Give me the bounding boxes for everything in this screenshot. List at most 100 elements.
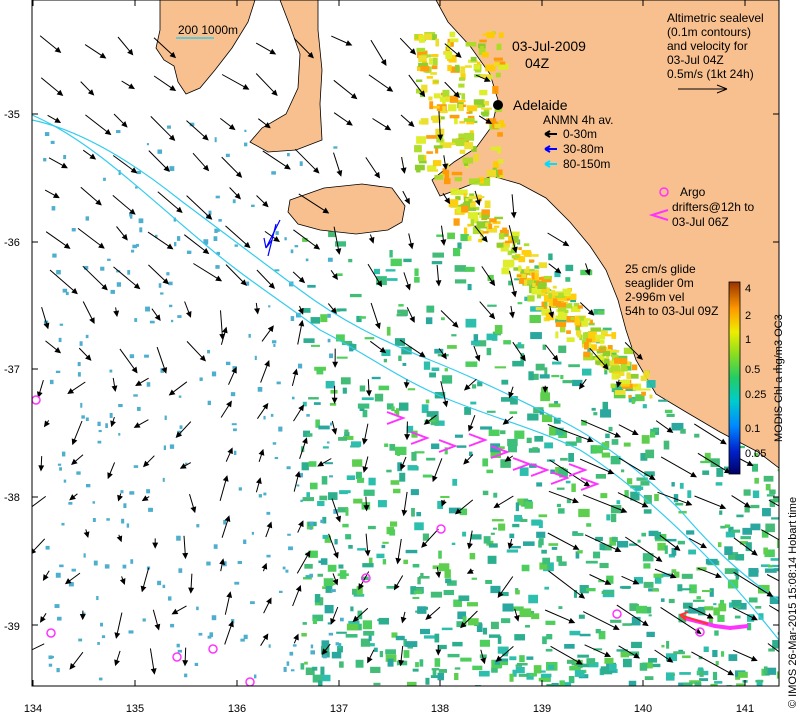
chl-patch <box>133 394 138 397</box>
chl-patch <box>451 171 463 176</box>
chl-patch <box>418 160 427 164</box>
chl-patch <box>174 242 177 247</box>
chl-patch <box>448 104 457 112</box>
chl-patch <box>523 243 530 247</box>
chl-patch <box>628 394 632 399</box>
chl-patch <box>463 104 467 107</box>
chl-patch <box>671 482 675 487</box>
chl-patch <box>243 634 248 640</box>
sealevel-legend-line: and velocity for <box>667 39 748 53</box>
sealevel-legend-line: 0.5m/s (1kt 24h) <box>667 67 754 81</box>
chl-patch <box>517 302 523 305</box>
sealevel-legend-line: 03-Jul 04Z <box>667 53 724 67</box>
chl-patch <box>441 375 453 384</box>
chl-patch <box>675 502 684 506</box>
chl-patch <box>713 603 717 606</box>
chl-patch <box>420 572 424 577</box>
chl-patch <box>777 631 779 635</box>
chl-patch <box>318 560 323 564</box>
chl-patch <box>463 118 475 122</box>
chl-patch <box>716 467 724 477</box>
chl-patch <box>777 468 779 472</box>
chl-patch <box>278 590 283 593</box>
chl-patch <box>322 446 329 449</box>
chl-patch <box>751 463 759 472</box>
chl-patch <box>444 169 450 178</box>
chl-patch <box>710 683 718 686</box>
chl-patch <box>324 462 333 465</box>
chl-patch <box>331 651 342 659</box>
chl-patch <box>452 478 458 486</box>
chl-patch <box>713 607 720 616</box>
chl-patch <box>344 429 349 435</box>
chl-patch <box>266 511 271 515</box>
chl-patch <box>678 682 684 686</box>
chl-patch <box>611 332 617 339</box>
chl-patch <box>531 613 540 620</box>
chl-patch <box>526 656 534 660</box>
chl-patch <box>548 664 555 670</box>
chl-patch <box>730 529 741 533</box>
chl-patch <box>593 412 598 416</box>
chl-patch <box>357 548 367 551</box>
chl-patch <box>527 295 535 302</box>
chl-patch <box>310 344 320 347</box>
chl-patch <box>417 606 427 614</box>
chl-patch <box>426 411 439 417</box>
chl-patch <box>306 433 313 437</box>
chl-patch <box>447 653 460 658</box>
chl-patch <box>463 227 468 235</box>
chl-patch <box>557 508 565 514</box>
chl-patch <box>364 337 375 340</box>
chl-patch <box>435 38 440 47</box>
chl-patch <box>127 270 131 275</box>
chl-patch <box>631 641 642 649</box>
chl-patch <box>445 578 452 584</box>
chl-patch <box>312 618 317 625</box>
chl-patch <box>555 321 567 327</box>
chl-patch <box>750 523 761 531</box>
chl-patch <box>215 265 220 269</box>
chl-patch <box>263 415 266 420</box>
chl-patch <box>384 443 389 447</box>
chl-patch <box>396 408 400 416</box>
chl-patch <box>56 269 61 275</box>
chl-patch <box>426 76 433 79</box>
chl-patch <box>61 451 66 457</box>
chl-patch <box>473 99 484 105</box>
chl-patch <box>514 634 526 641</box>
chl-patch <box>449 114 460 119</box>
chl-patch <box>581 368 592 376</box>
chl-patch <box>489 218 497 223</box>
chl-patch <box>286 466 291 470</box>
chl-patch <box>420 628 431 635</box>
chl-patch <box>556 555 563 562</box>
lat-axis: -35 -36 -37 -38 -39 <box>4 109 20 633</box>
chl-patch <box>386 326 391 336</box>
colorbar-tick-label: 1 <box>745 334 751 346</box>
chl-patch <box>106 518 110 521</box>
chl-patch <box>234 581 240 585</box>
chl-patch <box>626 372 631 379</box>
chl-patch <box>138 218 144 224</box>
chl-patch <box>416 511 422 517</box>
chl-patch <box>334 539 338 545</box>
chl-patch <box>515 666 525 674</box>
chl-patch <box>282 566 286 570</box>
chl-patch <box>379 651 384 658</box>
chl-patch <box>540 392 550 402</box>
chl-patch <box>552 361 562 365</box>
chl-patch <box>423 361 431 370</box>
chl-patch <box>336 631 347 634</box>
chl-patch <box>123 503 127 508</box>
chl-patch <box>465 198 469 202</box>
chl-patch <box>329 475 333 478</box>
chl-patch <box>50 140 55 144</box>
chl-patch <box>425 317 433 325</box>
chl-patch <box>136 406 141 411</box>
chl-patch <box>519 655 525 663</box>
chl-patch <box>378 385 390 391</box>
chl-patch <box>584 342 589 350</box>
chl-patch <box>461 93 466 100</box>
chl-patch <box>130 559 134 564</box>
